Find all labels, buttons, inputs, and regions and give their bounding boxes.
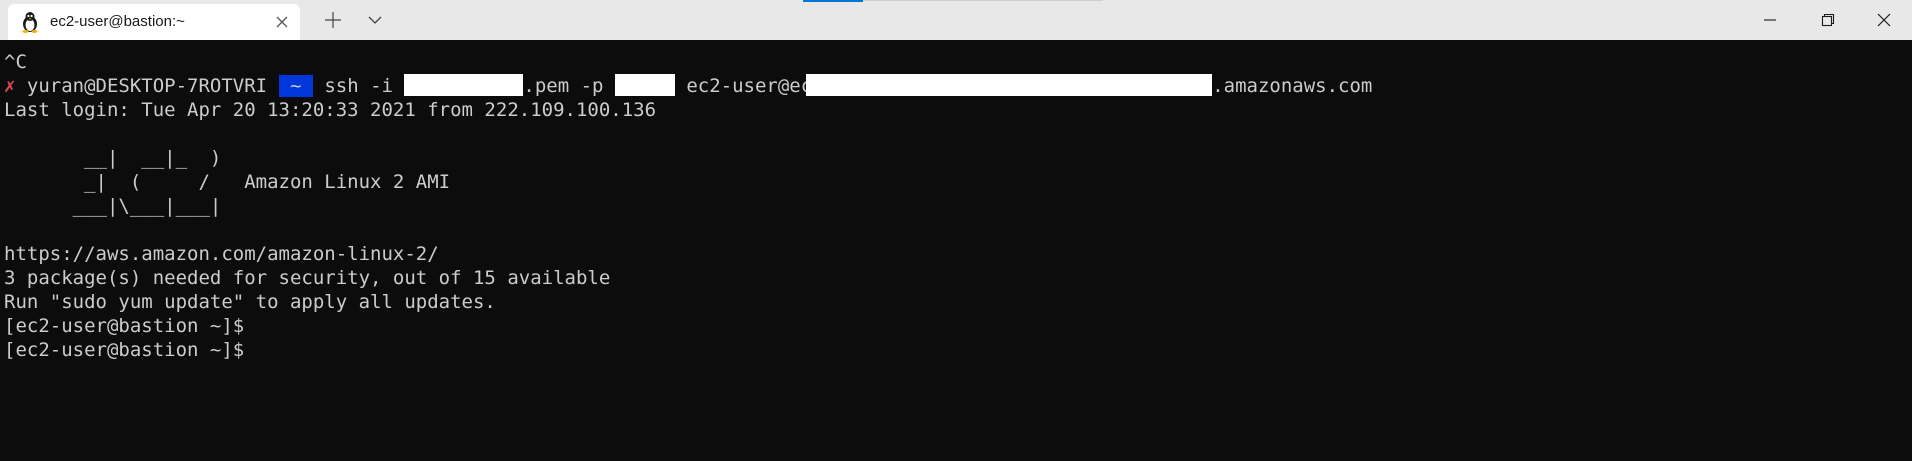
prompt-directory: ~: [278, 75, 313, 97]
focus-accent-strip: [803, 0, 863, 2]
close-tab-icon[interactable]: [274, 14, 290, 30]
minimize-button[interactable]: [1742, 0, 1798, 40]
tab-title: ec2-user@bastion:~: [50, 13, 185, 30]
terminal-line-security-notice: 3 package(s) needed for security, out of…: [4, 267, 611, 289]
redacted-key-name: [404, 74, 524, 96]
ssh-user-prefix: ec2-user@ec: [674, 75, 813, 97]
redacted-port: [614, 74, 675, 96]
ascii-art-line-3: ___|\___|___|: [4, 195, 222, 217]
terminal-output[interactable]: ^C ✗ yuran@DESKTOP-7ROTVRI ~ ssh -i .pem…: [0, 40, 1912, 461]
ssh-command: ssh -i: [312, 75, 405, 97]
linux-penguin-icon: [20, 11, 40, 33]
shell-prompt: [ec2-user@bastion ~]$: [4, 339, 245, 361]
terminal-line-last-login: Last login: Tue Apr 20 13:20:33 2021 fro…: [4, 99, 657, 121]
terminal-line-ssh-command: ✗ yuran@DESKTOP-7ROTVRI ~ ssh -i .pem -p…: [4, 74, 1372, 98]
minimize-icon: [1764, 19, 1776, 21]
maximize-icon: [1821, 13, 1835, 27]
ascii-art-line-2: _| ( / Amazon Linux 2 AMI: [4, 171, 451, 193]
error-x-mark: ✗: [4, 75, 16, 97]
shell-prompt: [ec2-user@bastion ~]$: [4, 315, 245, 337]
tab-ec2-bastion[interactable]: ec2-user@bastion:~: [8, 4, 300, 40]
ssh-pem-flag: .pem -p: [523, 75, 615, 97]
plus-icon[interactable]: [322, 9, 344, 31]
user-host: yuran@DESKTOP-7ROTVRI: [15, 75, 279, 97]
terminal-line-interrupt: ^C: [4, 51, 27, 73]
close-icon: [1877, 13, 1891, 27]
chevron-down-icon[interactable]: [364, 9, 386, 31]
terminal-line-update-hint: Run "sudo yum update" to apply all updat…: [4, 291, 496, 313]
terminal-line-url: https://aws.amazon.com/amazon-linux-2/: [4, 243, 439, 265]
ssh-host-suffix: .amazonaws.com: [1212, 75, 1373, 97]
ascii-art-line-1: __| __|_ ): [4, 147, 222, 169]
title-bar: ec2-user@bastion:~: [0, 0, 1912, 40]
close-window-button[interactable]: [1856, 0, 1912, 40]
maximize-button[interactable]: [1800, 0, 1856, 40]
redacted-hostname: [806, 74, 1213, 96]
title-divider: [863, 0, 1103, 1]
